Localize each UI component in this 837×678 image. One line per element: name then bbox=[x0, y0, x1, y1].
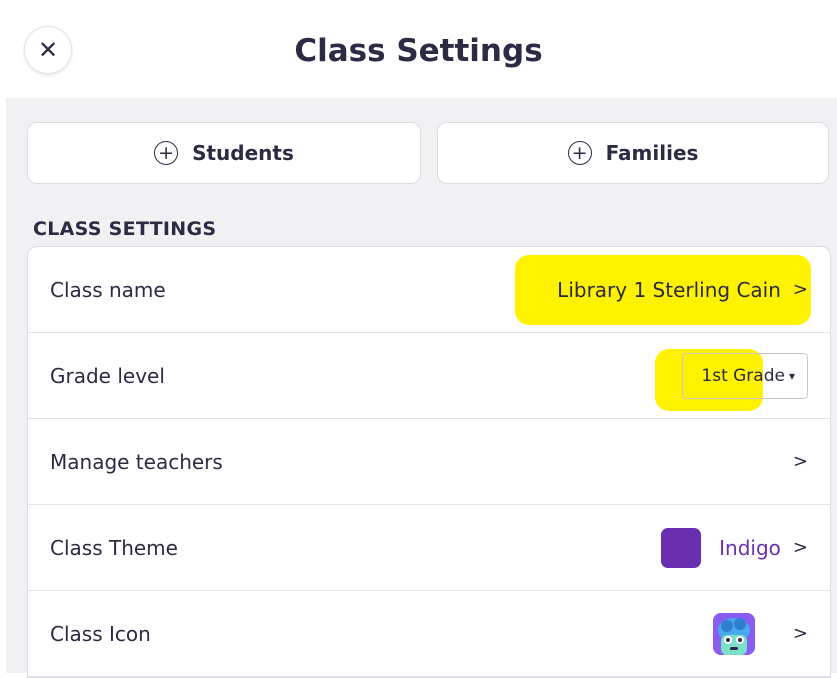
grade-level-value: 1st Grade bbox=[701, 365, 785, 386]
theme-color-swatch bbox=[661, 527, 702, 568]
class-name-value: Library 1 Sterling Cain bbox=[557, 277, 781, 302]
chevron-right-icon: > bbox=[792, 279, 808, 300]
add-students-label: Students bbox=[192, 141, 294, 165]
monster-icon bbox=[712, 612, 755, 655]
class-name-row[interactable]: Class name Library 1 Sterling Cain > bbox=[28, 247, 830, 333]
chevron-right-icon: > bbox=[792, 537, 808, 558]
add-families-label: Families bbox=[605, 141, 699, 165]
header: ✕ Class Settings bbox=[0, 0, 837, 98]
manage-teachers-row[interactable]: Manage teachers > bbox=[28, 419, 830, 505]
section-label: CLASS SETTINGS bbox=[33, 218, 217, 240]
class-name-label: Class name bbox=[50, 277, 166, 302]
class-theme-label: Class Theme bbox=[50, 535, 178, 560]
plus-circle-icon: + bbox=[567, 141, 592, 165]
settings-list: Class name Library 1 Sterling Cain > Gra… bbox=[27, 246, 831, 678]
add-families-button[interactable]: + Families bbox=[437, 122, 829, 184]
settings-panel: + Students + Families CLASS SETTINGS Cla… bbox=[6, 98, 837, 678]
class-theme-value: Indigo bbox=[719, 535, 781, 560]
grade-level-select[interactable]: 1st Grade ▾ bbox=[682, 352, 808, 399]
class-icon-label: Class Icon bbox=[50, 621, 151, 646]
class-icon-row[interactable]: Class Icon > bbox=[28, 591, 830, 677]
manage-teachers-label: Manage teachers bbox=[50, 449, 223, 474]
add-students-button[interactable]: + Students bbox=[27, 122, 421, 184]
page-title: Class Settings bbox=[294, 33, 543, 69]
class-theme-row[interactable]: Class Theme Indigo > bbox=[28, 505, 830, 591]
grade-level-label: Grade level bbox=[50, 363, 165, 388]
plus-circle-icon: + bbox=[154, 141, 179, 165]
chevron-right-icon: > bbox=[792, 623, 808, 644]
caret-down-icon: ▾ bbox=[788, 368, 795, 383]
grade-level-row: Grade level 1st Grade ▾ bbox=[28, 333, 830, 419]
chevron-right-icon: > bbox=[792, 451, 808, 472]
